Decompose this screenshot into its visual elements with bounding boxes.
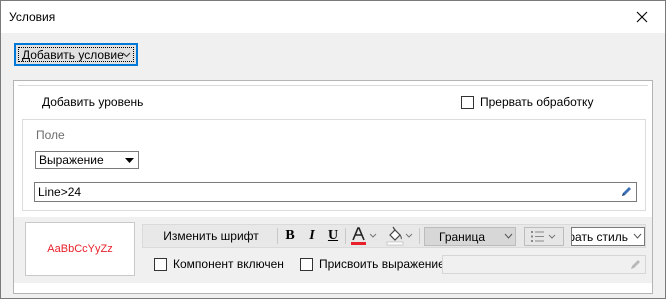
- style-preview: AaBbCcYyZz: [25, 222, 135, 276]
- title-bar: Условия: [1, 1, 665, 33]
- format-area: AaBbCcYyZz Изменить шрифт B I U Граница …: [14, 217, 652, 283]
- field-label: Поле: [36, 128, 65, 142]
- expression-value: Line>24: [38, 185, 82, 199]
- border-value: Граница: [439, 230, 486, 244]
- list-format-button[interactable]: [524, 227, 564, 246]
- conditions-dialog: Условия Добавить условие Добавить уровен…: [0, 0, 666, 299]
- style-value: Выбрать стиль: [572, 230, 628, 244]
- italic-button[interactable]: I: [303, 226, 321, 246]
- stop-processing-checkbox[interactable]: Прервать обработку: [461, 95, 593, 109]
- component-enabled-box[interactable]: [154, 257, 167, 271]
- close-icon: [636, 11, 648, 23]
- chevron-down-icon: [633, 233, 642, 239]
- font-color-button[interactable]: [349, 226, 379, 246]
- assign-expression-box[interactable]: [300, 257, 313, 271]
- condition-panel: Добавить уровень Прервать обработку Поле…: [13, 80, 653, 294]
- bold-button[interactable]: B: [281, 226, 299, 246]
- assign-expression-input[interactable]: [442, 255, 646, 274]
- paint-bucket-icon: [386, 226, 413, 246]
- field-type-select[interactable]: Выражение: [35, 151, 139, 169]
- chevron-down-icon: [504, 233, 513, 239]
- dropdown-arrow-icon[interactable]: [121, 152, 138, 168]
- chevron-down-icon: [122, 52, 131, 58]
- list-icon: [531, 231, 556, 242]
- add-condition-button[interactable]: Добавить условие: [14, 43, 138, 66]
- style-select[interactable]: Выбрать стиль: [571, 227, 645, 246]
- stop-processing-label: Прервать обработку: [480, 95, 594, 109]
- expression-input[interactable]: Line>24: [34, 182, 637, 202]
- fill-color-button[interactable]: [385, 226, 415, 246]
- component-enabled-label: Компонент включен: [173, 257, 284, 271]
- assign-expression-label: Присвоить выражение: [319, 257, 445, 271]
- format-toolbar: Изменить шрифт B I U Граница ать стиль: [142, 224, 646, 248]
- assign-expression-checkbox[interactable]: Присвоить выражение: [300, 257, 445, 271]
- field-type-value: Выражение: [39, 153, 104, 167]
- component-enabled-checkbox[interactable]: Компонент включен: [154, 257, 284, 271]
- pencil-icon[interactable]: [620, 186, 632, 198]
- add-condition-label: Добавить условие: [22, 47, 124, 62]
- add-level-link[interactable]: Добавить уровень: [42, 95, 143, 109]
- font-color-icon: [351, 227, 377, 245]
- close-button[interactable]: [619, 1, 665, 33]
- pencil-icon: [631, 260, 640, 269]
- window-title: Условия: [9, 10, 56, 24]
- underline-button[interactable]: U: [324, 226, 342, 246]
- border-select[interactable]: Граница: [424, 227, 516, 246]
- stop-processing-box[interactable]: [461, 95, 474, 109]
- field-group: Поле Выражение Line>24: [22, 119, 646, 211]
- change-font-button[interactable]: Изменить шрифт: [147, 226, 275, 246]
